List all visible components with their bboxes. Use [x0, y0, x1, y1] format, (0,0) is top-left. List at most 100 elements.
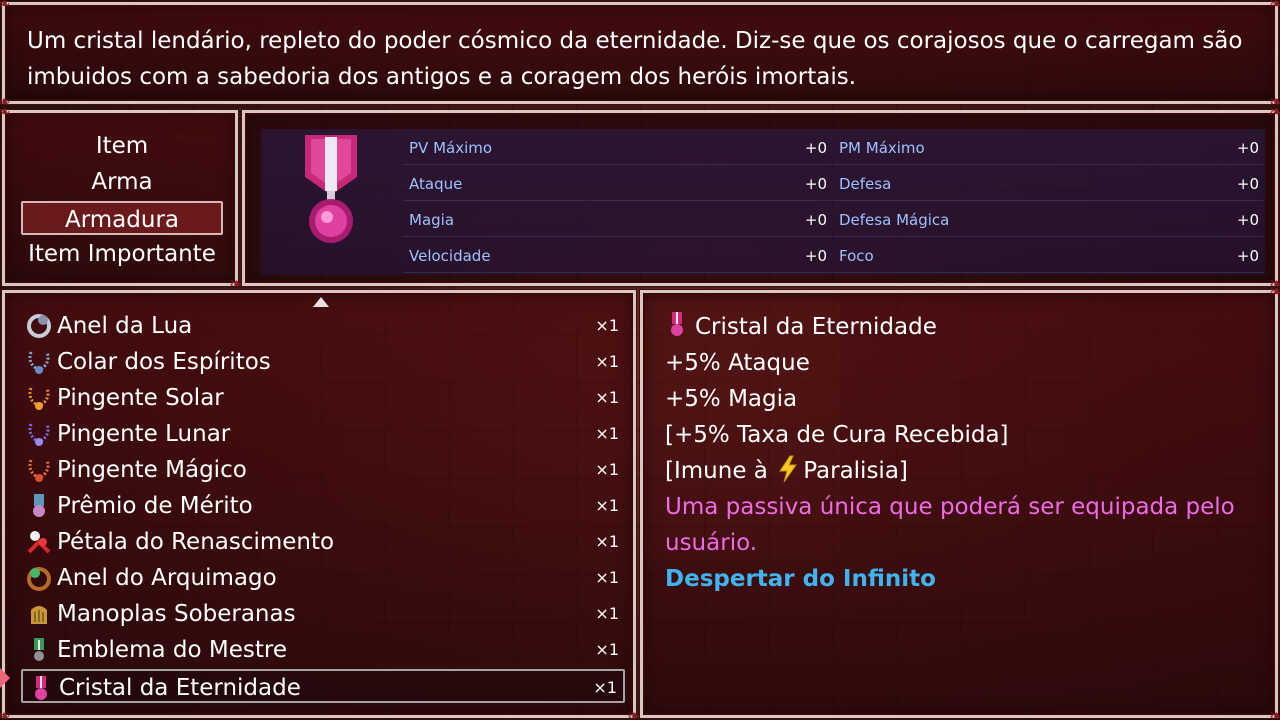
eternity-crystal-icon	[671, 312, 683, 336]
status-window: ❧ ❧ PV Máximo +0 PM Máximo +0 Ataque +0 …	[241, 103, 1280, 293]
list-item[interactable]: Pingente Mágico ×1	[21, 453, 625, 487]
item-quantity: ×1	[595, 532, 619, 551]
stat-magic-defense: Defesa Mágica +0	[833, 203, 1263, 237]
item-quantity: ×1	[595, 352, 619, 371]
eternity-crystal-large-icon	[305, 135, 357, 243]
stat-name: Defesa	[839, 175, 892, 193]
immunity-suffix: Paralisia]	[803, 458, 908, 484]
archmage-ring-icon	[25, 564, 53, 592]
item-name: Prêmio de Mérito	[57, 493, 253, 519]
category-item[interactable]: Item	[21, 129, 223, 163]
stat-value: +0	[804, 175, 827, 193]
stat-panel: PV Máximo +0 PM Máximo +0 Ataque +0 Defe…	[261, 129, 1265, 275]
passive-description-cont: usuário.	[665, 530, 758, 556]
stat-name: PV Máximo	[409, 139, 493, 157]
stat-name: Defesa Mágica	[839, 211, 950, 229]
item-quantity: ×1	[595, 424, 619, 443]
moon-pendant-icon	[25, 420, 53, 448]
stat-value: +0	[1236, 211, 1259, 229]
help-text: Um cristal lendário, repleto do poder có…	[27, 23, 1257, 95]
list-item[interactable]: Pingente Solar ×1	[21, 381, 625, 415]
stat-value: +0	[1236, 175, 1259, 193]
rebirth-petal-icon	[25, 528, 53, 556]
immunity-prefix: [Imune à	[665, 458, 776, 484]
item-quantity: ×1	[595, 316, 619, 335]
ornament-icon: ❧	[0, 706, 11, 720]
stat-speed: Velocidade +0	[403, 239, 831, 273]
spirit-necklace-icon	[25, 348, 53, 376]
stat-magic: Magia +0	[403, 203, 831, 237]
list-item[interactable]: Colar dos Espíritos ×1	[21, 345, 625, 379]
moon-ring-icon	[25, 312, 53, 340]
detail-immunity: [Imune à Paralisia]	[665, 453, 1265, 489]
category-key-item[interactable]: Item Importante	[21, 237, 223, 271]
ornament-icon: ❧	[0, 102, 11, 121]
item-quantity: ×1	[595, 460, 619, 479]
item-name: Pingente Mágico	[57, 457, 247, 483]
list-item[interactable]: Anel do Arquimago ×1	[21, 561, 625, 595]
list-item[interactable]: Prêmio de Mérito ×1	[21, 489, 625, 523]
stat-defense: Defesa +0	[833, 167, 1263, 201]
stat-name: Ataque	[409, 175, 463, 193]
list-item[interactable]: Anel da Lua ×1	[21, 309, 625, 343]
item-name: Pétala do Renascimento	[57, 529, 335, 555]
stat-value: +0	[804, 211, 827, 229]
detail-effect: [+5% Taxa de Cura Recebida]	[665, 422, 1009, 448]
category-armor[interactable]: Armadura	[21, 201, 223, 235]
stat-value: +0	[1236, 139, 1259, 157]
list-item[interactable]: Pétala do Renascimento ×1	[21, 525, 625, 559]
scroll-up-arrow-icon[interactable]	[313, 297, 329, 307]
item-quantity: ×1	[595, 640, 619, 659]
list-item[interactable]: Manoplas Soberanas ×1	[21, 597, 625, 631]
stat-max-hp: PV Máximo +0	[403, 131, 831, 165]
detail-title: Cristal da Eternidade	[695, 314, 937, 340]
stat-attack: Ataque +0	[403, 167, 831, 201]
item-name: Emblema do Mestre	[57, 637, 287, 663]
stat-max-mp: PM Máximo +0	[833, 131, 1263, 165]
list-item-selected[interactable]: Cristal da Eternidade ×1	[21, 669, 625, 703]
item-name: Manoplas Soberanas	[57, 601, 296, 627]
list-item[interactable]: Pingente Lunar ×1	[21, 417, 625, 451]
ornament-icon: ❧	[1269, 0, 1280, 13]
item-name: Cristal da Eternidade	[59, 675, 301, 701]
passive-description: Uma passiva única que poderá ser equipad…	[665, 494, 1235, 520]
item-name: Pingente Lunar	[57, 421, 231, 447]
detail-title-row: Cristal da Eternidade	[665, 309, 1265, 345]
gauntlets-icon	[25, 600, 53, 628]
stat-name: PM Máximo	[839, 139, 925, 157]
item-name: Colar dos Espíritos	[57, 349, 271, 375]
selection-cursor-icon	[0, 666, 10, 690]
item-quantity: ×1	[595, 388, 619, 407]
ornament-icon: ❧	[1269, 102, 1280, 121]
detail-effect: +5% Magia	[665, 386, 798, 412]
item-name: Anel do Arquimago	[57, 565, 277, 591]
category-weapon[interactable]: Arma	[21, 165, 223, 199]
sun-pendant-icon	[25, 384, 53, 412]
stat-name: Foco	[839, 247, 874, 265]
item-quantity: ×1	[595, 604, 619, 623]
master-emblem-icon	[25, 636, 53, 664]
item-quantity: ×1	[595, 496, 619, 515]
magic-pendant-icon	[25, 456, 53, 484]
item-detail-window: ❧ ❧ Cristal da Eternidade +5% Ataque +5%…	[639, 283, 1280, 720]
ornament-icon: ❧	[1269, 706, 1280, 720]
item-quantity: ×1	[593, 678, 617, 697]
list-item[interactable]: Emblema do Mestre ×1	[21, 633, 625, 667]
ornament-icon: ❧	[1269, 282, 1280, 301]
item-quantity: ×1	[595, 568, 619, 587]
ornament-icon: ❧	[0, 0, 11, 13]
help-window: ❧ ❧ ❧ ❧ Um cristal lendário, repleto do …	[0, 0, 1280, 111]
stat-value: +0	[1236, 247, 1259, 265]
eternity-crystal-icon	[27, 674, 55, 702]
stat-focus: Foco +0	[833, 239, 1263, 273]
detail-effect: +5% Ataque	[665, 350, 810, 376]
item-name: Pingente Solar	[57, 385, 224, 411]
stat-value: +0	[804, 139, 827, 157]
item-name: Anel da Lua	[57, 313, 193, 339]
stat-name: Velocidade	[409, 247, 491, 265]
category-window: ❧ ❧ Item Arma Armadura Item Importante	[0, 103, 243, 293]
passive-name: Despertar do Infinito	[665, 566, 936, 592]
merit-medal-icon	[25, 492, 53, 520]
help-line-2: imbuidos com a sabedoria dos antigos e a…	[27, 64, 857, 90]
lightning-bolt-icon	[779, 455, 798, 483]
